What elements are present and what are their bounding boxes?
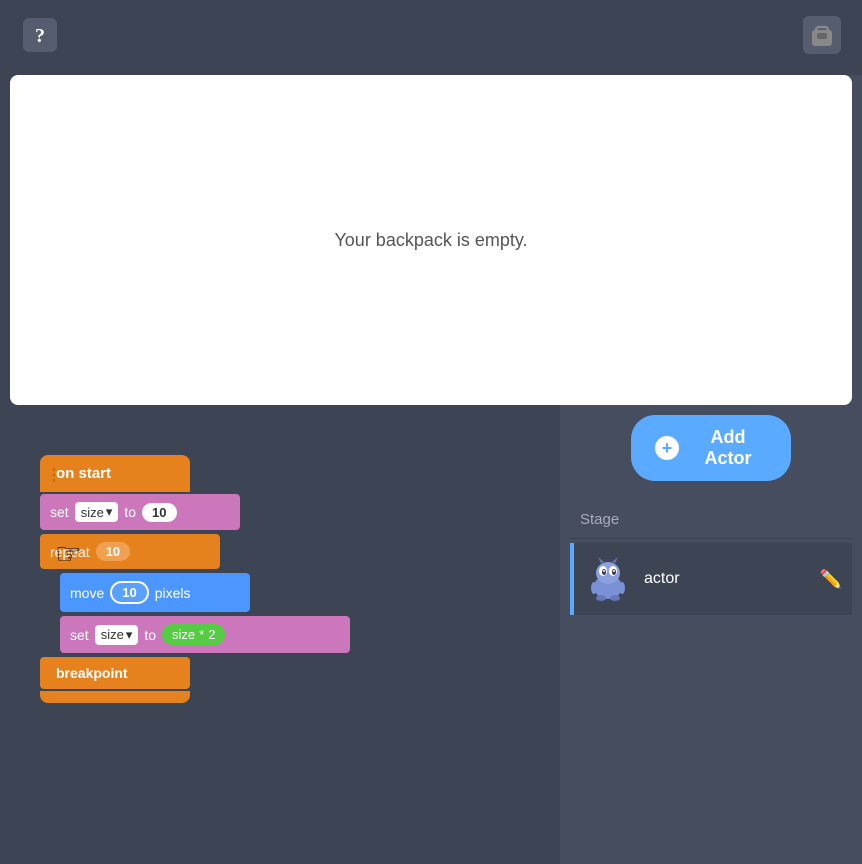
help-button[interactable]: ? xyxy=(20,15,60,55)
block-set-size2[interactable]: set size ▾ to size * 2 xyxy=(60,616,350,653)
edit-actor-icon[interactable]: ✏️ xyxy=(820,569,842,590)
repeat-val[interactable]: 10 xyxy=(96,542,130,561)
block-repeat[interactable]: repeat 10 xyxy=(40,534,220,569)
set-label: set xyxy=(50,504,69,520)
add-actor-label: Add Actor xyxy=(689,427,767,469)
move-val[interactable]: 10 xyxy=(110,581,148,604)
backpack-empty-text: Your backpack is empty. xyxy=(334,230,527,251)
move-label: move xyxy=(70,585,104,601)
block-breakpoint[interactable]: breakpoint xyxy=(40,657,190,689)
stage-label: Stage xyxy=(570,501,852,539)
block-set-size[interactable]: set size ▾ to 10 xyxy=(40,494,240,530)
block-on-start[interactable]: on start xyxy=(40,455,190,492)
value-10[interactable]: 10 xyxy=(142,503,176,522)
top-bar: ? xyxy=(0,0,862,70)
dropdown-arrow2: ▾ xyxy=(126,627,133,643)
size-dropdown[interactable]: size ▾ xyxy=(75,502,119,522)
stage-section: Stage xyxy=(560,501,862,615)
block-end-cap xyxy=(40,691,190,703)
actor-name: actor xyxy=(644,570,808,588)
backpack-button[interactable] xyxy=(802,15,842,55)
size-multiply-block[interactable]: size * 2 xyxy=(162,624,225,645)
val-2: 2 xyxy=(208,627,215,642)
svg-text:?: ? xyxy=(35,25,45,47)
actor-sprite xyxy=(584,555,632,603)
actor-item[interactable]: actor ✏️ xyxy=(570,543,852,615)
on-start-label: on start xyxy=(56,465,111,482)
add-actor-button[interactable]: + Add Actor xyxy=(631,415,791,481)
to-label2: to xyxy=(144,627,156,643)
to-label: to xyxy=(124,504,136,520)
dropdown-arrow: ▾ xyxy=(106,504,113,520)
block-group: on start set size ▾ to 10 repeat 10 move… xyxy=(40,455,350,703)
multiply-label: * xyxy=(199,627,204,642)
size-dropdown2[interactable]: size ▾ xyxy=(95,625,139,645)
block-move[interactable]: move 10 pixels xyxy=(60,573,250,612)
breakpoint-label: breakpoint xyxy=(56,665,128,681)
set-label2: set xyxy=(70,627,89,643)
block-inner: move 10 pixels set size ▾ to size * 2 xyxy=(60,573,350,653)
size-green-label: size xyxy=(172,627,195,642)
pixels-label: pixels xyxy=(155,585,191,601)
repeat-label: repeat xyxy=(50,544,90,560)
backpack-modal: Your backpack is empty. xyxy=(10,75,852,405)
add-actor-plus-icon: + xyxy=(655,436,679,460)
